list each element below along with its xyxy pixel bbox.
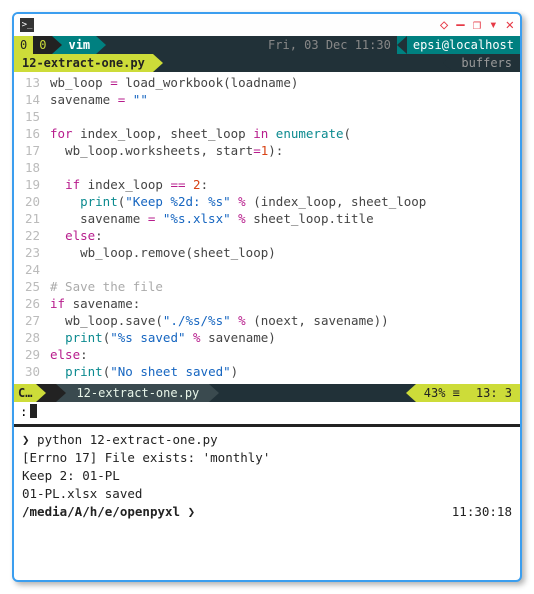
sep-icon [443, 54, 453, 72]
sep-icon [52, 36, 62, 54]
sep-icon [209, 384, 219, 402]
session-index: 0 [14, 36, 33, 54]
code-text: savename = "" [50, 91, 148, 108]
code-line[interactable]: 26if savename: [14, 295, 520, 312]
tab-active[interactable]: 12-extract-one.py [14, 54, 153, 72]
user-host-label: epsi@localhost [407, 36, 520, 54]
code-text: wb_loop.save("./%s/%s" % (noext, savenam… [50, 312, 389, 329]
titlebar[interactable]: >_ ◇ — ❐ ▾ ✕ [14, 14, 520, 36]
shell-line: [Errno 17] File exists: 'monthly' [22, 449, 512, 467]
code-line[interactable]: 16for index_loop, sheet_loop in enumerat… [14, 125, 520, 142]
cursor-icon [30, 404, 37, 418]
pin-icon[interactable]: ◇ [440, 18, 448, 32]
line-number: 20 [14, 193, 50, 210]
code-text: for index_loop, sheet_loop in enumerate( [50, 125, 351, 142]
code-line[interactable]: 15 [14, 108, 520, 125]
code-text: if index_loop == 2: [50, 176, 208, 193]
tmux-statusbar: 0 0 vim Fri, 03 Dec 11:30 epsi@localhost [14, 36, 520, 54]
shell-line: ❯ python 12-extract-one.py [22, 431, 512, 449]
vim-statusline: C… 12-extract-one.py 43% ≡ 13: 3 [14, 384, 520, 402]
shell-line: Keep 2: 01-PL [22, 467, 512, 485]
vim-commandline[interactable]: : [14, 402, 520, 420]
line-number: 18 [14, 159, 50, 176]
sep-icon [36, 384, 46, 402]
code-line[interactable]: 28 print("%s saved" % savename) [14, 329, 520, 346]
cursor-position: 13: 3 [468, 384, 520, 402]
code-line[interactable]: 29else: [14, 346, 520, 363]
line-number: 27 [14, 312, 50, 329]
line-number: 29 [14, 346, 50, 363]
line-number: 21 [14, 210, 50, 227]
line-number: 30 [14, 363, 50, 380]
code-text: wb_loop.worksheets, start=1): [50, 142, 283, 159]
buffers-label[interactable]: buffers [453, 54, 520, 72]
shell-prompt: /media/A/h/e/openpyxl ❯ [22, 503, 195, 521]
code-line[interactable]: 27 wb_loop.save("./%s/%s" % (noext, save… [14, 312, 520, 329]
code-line[interactable]: 25# Save the file [14, 278, 520, 295]
filename-label: 12-extract-one.py [66, 384, 209, 402]
vim-mode: C… [14, 384, 36, 402]
code-line[interactable]: 22 else: [14, 227, 520, 244]
code-text: savename = "%s.xlsx" % sheet_loop.title [50, 210, 374, 227]
scroll-percent: 43% ≡ [416, 384, 468, 402]
code-line[interactable]: 21 savename = "%s.xlsx" % sheet_loop.tit… [14, 210, 520, 227]
code-text: print("No sheet saved") [50, 363, 238, 380]
cmd-prefix: : [20, 404, 28, 419]
line-number: 25 [14, 278, 50, 295]
code-line[interactable]: 13wb_loop = load_workbook(loadname) [14, 74, 520, 91]
code-text: wb_loop.remove(sheet_loop) [50, 244, 276, 261]
vim-tabbar: 12-extract-one.py buffers [14, 54, 520, 72]
close-button[interactable]: ✕ [506, 18, 514, 32]
shell-line: 01-PL.xlsx saved [22, 485, 512, 503]
line-number: 22 [14, 227, 50, 244]
dropdown-icon[interactable]: ▾ [489, 18, 497, 32]
terminal-icon: >_ [20, 18, 34, 32]
line-number: 23 [14, 244, 50, 261]
clock-label: 11:30:18 [452, 503, 512, 521]
code-line[interactable]: 24 [14, 261, 520, 278]
line-number: 26 [14, 295, 50, 312]
sep-icon [153, 54, 163, 72]
code-text: print("%s saved" % savename) [50, 329, 276, 346]
code-text: if savename: [50, 295, 140, 312]
code-line[interactable]: 23 wb_loop.remove(sheet_loop) [14, 244, 520, 261]
code-text: print("Keep %2d: %s" % (index_loop, shee… [50, 193, 426, 210]
code-line[interactable]: 18 [14, 159, 520, 176]
code-line[interactable]: 14savename = "" [14, 91, 520, 108]
sep-icon [406, 384, 416, 402]
sep-icon [96, 36, 106, 54]
restore-button[interactable]: ❐ [473, 18, 481, 32]
sep-icon [56, 384, 66, 402]
code-text: else: [50, 346, 88, 363]
code-line[interactable]: 19 if index_loop == 2: [14, 176, 520, 193]
code-text: # Save the file [50, 278, 163, 295]
line-number: 13 [14, 74, 50, 91]
terminal-window: >_ ◇ — ❐ ▾ ✕ 0 0 vim Fri, 03 Dec 11:30 e… [12, 12, 522, 582]
code-editor[interactable]: 13wb_loop = load_workbook(loadname)14sav… [14, 72, 520, 382]
sep-icon [397, 36, 407, 54]
minimize-button[interactable]: — [456, 18, 464, 32]
code-text: else: [50, 227, 103, 244]
line-number: 16 [14, 125, 50, 142]
shell-output[interactable]: ❯ python 12-extract-one.py [Errno 17] Fi… [14, 429, 520, 523]
datetime-label: Fri, 03 Dec 11:30 [106, 36, 397, 54]
code-line[interactable]: 30 print("No sheet saved") [14, 363, 520, 380]
line-number: 14 [14, 91, 50, 108]
line-number: 15 [14, 108, 50, 125]
window-index: 0 [33, 36, 52, 54]
code-line[interactable]: 17 wb_loop.worksheets, start=1): [14, 142, 520, 159]
code-text: wb_loop = load_workbook(loadname) [50, 74, 298, 91]
line-number: 24 [14, 261, 50, 278]
pane-divider[interactable] [14, 424, 520, 427]
code-line[interactable]: 20 print("Keep %2d: %s" % (index_loop, s… [14, 193, 520, 210]
line-number: 17 [14, 142, 50, 159]
line-number: 19 [14, 176, 50, 193]
app-name: vim [62, 36, 96, 54]
line-number: 28 [14, 329, 50, 346]
